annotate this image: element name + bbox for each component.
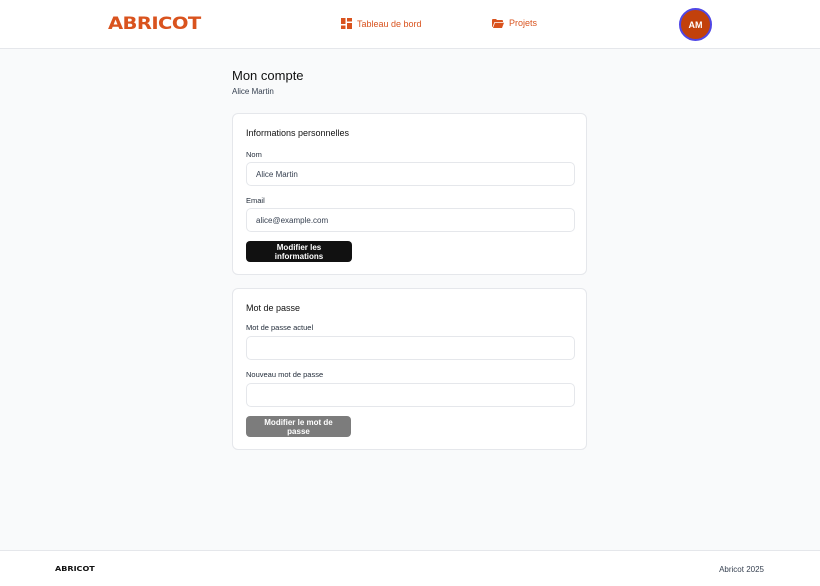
folder-open-icon xyxy=(492,18,504,28)
nav-projects[interactable]: Projets xyxy=(492,18,537,28)
page-subtitle: Alice Martin xyxy=(232,87,274,96)
nav-projects-label: Projets xyxy=(509,18,538,28)
name-input[interactable] xyxy=(246,162,575,186)
footer-logo: ABRICOT xyxy=(55,565,95,573)
page-title: Mon compte xyxy=(232,68,304,83)
footer-copyright: Abricot 2025 xyxy=(719,565,764,574)
nav-dashboard-label: Tableau de bord xyxy=(357,18,422,29)
name-label: Nom xyxy=(246,150,262,159)
page-footer: ABRICOT Abricot 2025 xyxy=(0,550,820,586)
nav-dashboard[interactable]: Tableau de bord xyxy=(341,18,422,29)
current-password-input[interactable] xyxy=(246,336,575,360)
current-password-label: Mot de passe actuel xyxy=(246,323,314,332)
update-info-button[interactable]: Modifier les informations xyxy=(246,241,352,262)
user-avatar[interactable]: AM xyxy=(679,8,712,41)
new-password-label: Nouveau mot de passe xyxy=(246,370,324,379)
personal-info-title: Informations personnelles xyxy=(246,128,350,138)
dashboard-grid-icon xyxy=(341,18,352,29)
personal-info-card: Informations personnelles Nom Email Modi… xyxy=(232,113,587,275)
new-password-input[interactable] xyxy=(246,383,575,407)
password-title: Mot de passe xyxy=(246,303,301,313)
email-input[interactable] xyxy=(246,208,575,232)
update-password-button[interactable]: Modifier le mot de passe xyxy=(246,416,351,437)
email-label: Email xyxy=(246,196,265,205)
password-card: Mot de passe Mot de passe actuel Nouveau… xyxy=(232,288,587,450)
top-header: ABRICOT Tableau de bord Projets AM xyxy=(0,0,820,49)
brand-logo[interactable]: ABRICOT xyxy=(108,15,201,33)
